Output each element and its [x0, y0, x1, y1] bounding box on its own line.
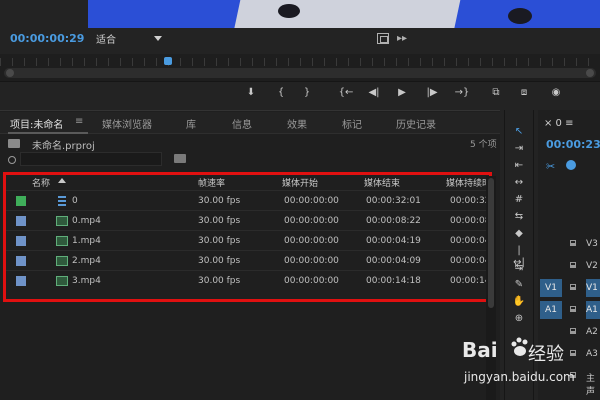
- track-label[interactable]: V1: [586, 279, 600, 297]
- rate-stretch-icon[interactable]: ⇆: [512, 211, 526, 223]
- step-back-button[interactable]: ◀|: [364, 86, 384, 100]
- zoom-scrollbar[interactable]: [4, 68, 596, 78]
- zoom-handle-start[interactable]: [6, 69, 14, 77]
- watermark-logo: Bai: [462, 338, 498, 362]
- tab-sequence[interactable]: × 0 ≡: [544, 118, 573, 129]
- playhead-timecode[interactable]: 00:00:00:29: [10, 32, 84, 45]
- tab-markers[interactable]: 标记: [342, 116, 362, 131]
- tab-project-menu[interactable]: ≡: [75, 116, 83, 127]
- linked-selection-icon[interactable]: [566, 160, 576, 170]
- track-label[interactable]: A3: [586, 349, 598, 359]
- zoom-level-select[interactable]: 适合: [96, 31, 168, 47]
- track-label[interactable]: V2: [586, 261, 598, 271]
- highlight-box: [3, 172, 492, 302]
- track-label[interactable]: V3: [586, 239, 598, 249]
- mark-in-button[interactable]: {: [273, 86, 289, 100]
- tab-effects[interactable]: 效果: [287, 116, 307, 131]
- chevron-down-icon: [154, 36, 162, 41]
- track-label[interactable]: A2: [586, 327, 598, 337]
- video-frame: [88, 0, 600, 28]
- video-content-object: [234, 0, 462, 28]
- search-icon: [8, 156, 16, 164]
- settings-arrow-icon[interactable]: ▸▸: [397, 33, 407, 44]
- active-tab-indicator: [8, 132, 88, 134]
- video-content-shadow: [278, 4, 300, 18]
- step-forward-button[interactable]: |▶: [422, 86, 442, 100]
- snap-icon[interactable]: ✂: [546, 160, 555, 173]
- track-label[interactable]: A1: [586, 301, 600, 319]
- time-ruler: [0, 58, 600, 66]
- lock-icon[interactable]: [570, 262, 576, 268]
- rolling-edit-icon[interactable]: #: [512, 194, 526, 206]
- paw-icon: [511, 337, 528, 356]
- track-label[interactable]: 主声: [586, 371, 600, 397]
- track-source-patch[interactable]: V1: [540, 279, 562, 297]
- lock-icon[interactable]: [570, 328, 576, 334]
- mark-out-button[interactable]: }: [299, 86, 315, 100]
- lock-icon[interactable]: [570, 350, 576, 356]
- new-bin-icon[interactable]: [174, 154, 186, 163]
- track-select-backward-icon[interactable]: ⇤: [512, 160, 526, 172]
- zoom-icon[interactable]: ⊕: [512, 313, 526, 325]
- folder-icon: [8, 139, 20, 148]
- video-content-shadow: [508, 8, 532, 24]
- panel-scrollbar[interactable]: [486, 176, 496, 400]
- playhead-marker[interactable]: [164, 57, 172, 65]
- lock-icon[interactable]: [570, 284, 576, 290]
- tab-media-browser[interactable]: 媒体浏览器: [102, 116, 152, 131]
- tab-info[interactable]: 信息: [232, 116, 252, 131]
- overwrite-icon[interactable]: ⧈: [516, 86, 532, 100]
- slide-icon[interactable]: ↹: [512, 262, 526, 274]
- timeline-timecode[interactable]: 00:00:23: [546, 138, 600, 151]
- tab-project[interactable]: 项目:未命名: [10, 116, 63, 131]
- razor-icon[interactable]: ◆: [512, 228, 526, 240]
- track-select-forward-icon[interactable]: ⇥: [512, 143, 526, 155]
- hand-icon[interactable]: ✋: [512, 296, 526, 308]
- zoom-handle-end[interactable]: [586, 69, 594, 77]
- safe-margins-icon[interactable]: [377, 33, 389, 44]
- selection-tool-icon[interactable]: ↖: [512, 126, 526, 138]
- play-button[interactable]: ▶: [394, 86, 410, 100]
- watermark-url: jingyan.baidu.com: [464, 370, 575, 384]
- ripple-edit-icon[interactable]: ↔: [512, 177, 526, 189]
- lock-icon[interactable]: [570, 240, 576, 246]
- scroll-thumb[interactable]: [488, 178, 494, 308]
- lock-icon[interactable]: [570, 306, 576, 312]
- zoom-level-value: 适合: [96, 35, 116, 46]
- go-to-out-button[interactable]: →}: [452, 86, 472, 100]
- watermark-text: 经验: [528, 344, 564, 365]
- item-count: 5 个项: [470, 140, 497, 150]
- pen-icon[interactable]: ✎: [512, 279, 526, 291]
- tab-history[interactable]: 历史记录: [396, 116, 436, 131]
- project-file-name: 未命名.prproj: [32, 141, 95, 152]
- tab-libraries[interactable]: 库: [186, 116, 196, 131]
- add-marker-button[interactable]: ⬇: [243, 86, 259, 100]
- track-source-patch[interactable]: A1: [540, 301, 562, 319]
- camera-icon[interactable]: ◉: [548, 86, 564, 100]
- insert-icon[interactable]: ⧉: [488, 86, 504, 100]
- slip-icon[interactable]: |↔|: [512, 245, 526, 268]
- go-to-in-button[interactable]: {←: [336, 86, 356, 100]
- search-input[interactable]: [20, 152, 162, 166]
